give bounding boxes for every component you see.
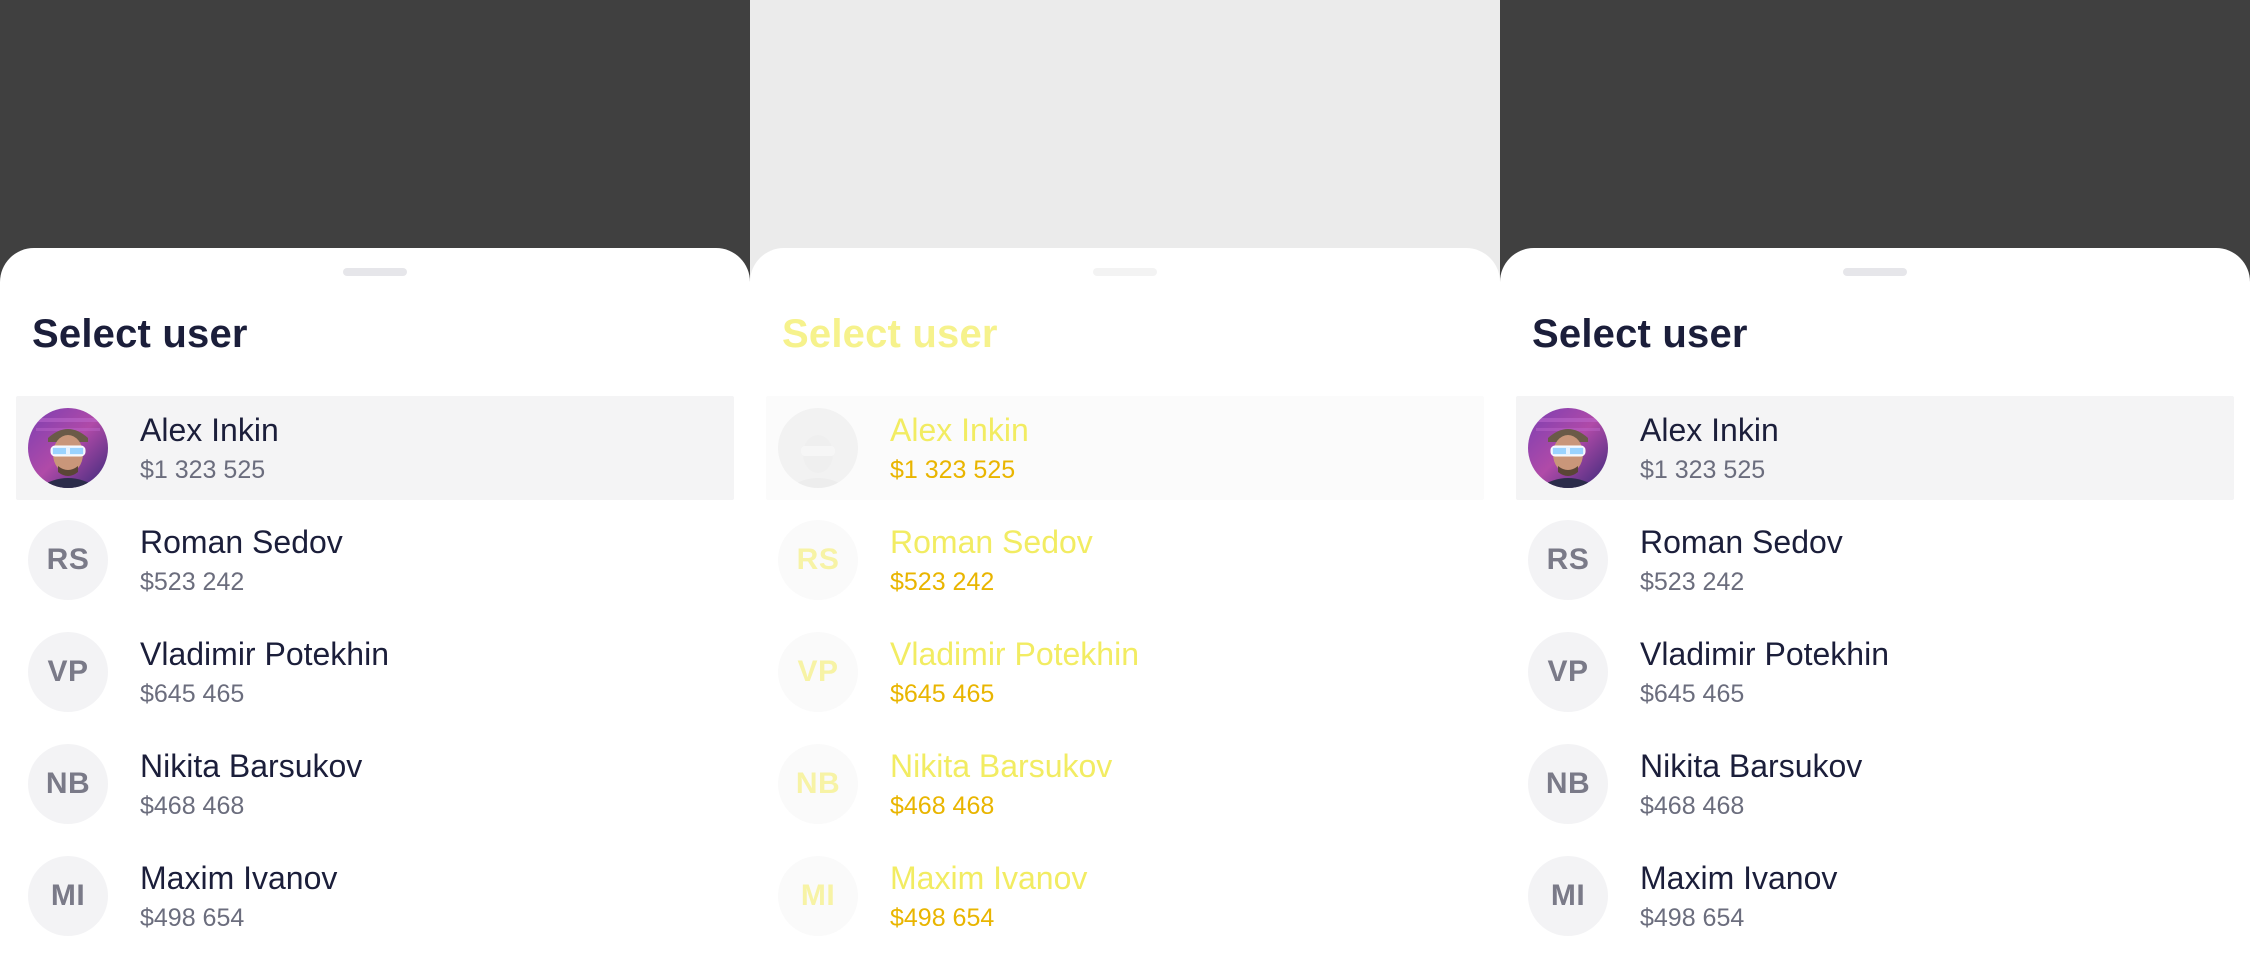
- user-row-roman-sedov[interactable]: RS Roman Sedov $523 242: [766, 508, 1484, 612]
- avatar-initials: VP: [797, 655, 839, 688]
- photo-avatar: [28, 408, 108, 488]
- sheet-grabber-handle[interactable]: [1843, 268, 1907, 276]
- screen-panel-middle: Select user Alex Inkin $1 323 525 RS Rom…: [750, 0, 1500, 960]
- user-balance: $498 654: [140, 904, 245, 932]
- bottom-sheet: Select user Alex Inkin $1 323 525 RS Rom…: [0, 248, 750, 960]
- user-balance: $645 465: [1640, 680, 1745, 708]
- profile-photo-icon: [778, 408, 858, 488]
- user-balance: $468 468: [140, 792, 245, 820]
- initials-avatar: MI: [778, 856, 858, 936]
- user-row-maxim-ivanov[interactable]: MI Maxim Ivanov $498 654: [766, 844, 1484, 948]
- bottom-sheet: Select user Alex Inkin $1 323 525 RS Rom…: [750, 248, 1500, 960]
- user-balance: $1 323 525: [1640, 456, 1766, 484]
- user-row-roman-sedov[interactable]: RS Roman Sedov $523 242: [16, 508, 734, 612]
- user-row-alex-inkin[interactable]: Alex Inkin $1 323 525: [16, 396, 734, 500]
- avatar-initials: MI: [800, 879, 836, 912]
- user-balance: $523 242: [890, 568, 995, 596]
- user-balance: $1 323 525: [890, 456, 1016, 484]
- avatar-initials: NB: [45, 767, 91, 800]
- sheet-grabber-handle[interactable]: [343, 268, 407, 276]
- initials-avatar: RS: [1528, 520, 1608, 600]
- user-name: Vladimir Potekhin: [890, 636, 1139, 672]
- user-row-maxim-ivanov[interactable]: MI Maxim Ivanov $498 654: [1516, 844, 2234, 948]
- user-row-maxim-ivanov[interactable]: MI Maxim Ivanov $498 654: [16, 844, 734, 948]
- screen-panel-left: Select user Alex Inkin $1 323 525 RS Rom…: [0, 0, 750, 960]
- initials-avatar: MI: [1528, 856, 1608, 936]
- initials-avatar: VP: [778, 632, 858, 712]
- user-list: Alex Inkin $1 323 525 RS Roman Sedov $52…: [16, 396, 734, 956]
- user-name: Maxim Ivanov: [890, 860, 1088, 896]
- user-balance: $523 242: [1640, 568, 1745, 596]
- avatar-initials: MI: [50, 879, 86, 912]
- user-row-alex-inkin[interactable]: Alex Inkin $1 323 525: [766, 396, 1484, 500]
- avatar-initials: RS: [1546, 543, 1590, 576]
- user-name: Roman Sedov: [1640, 524, 1843, 560]
- user-name: Nikita Barsukov: [1640, 748, 1863, 784]
- profile-photo-icon: [28, 408, 108, 488]
- user-balance: $523 242: [140, 568, 245, 596]
- photo-avatar: [1528, 408, 1608, 488]
- user-row-roman-sedov[interactable]: RS Roman Sedov $523 242: [1516, 508, 2234, 612]
- user-name: Maxim Ivanov: [140, 860, 338, 896]
- user-list: Alex Inkin $1 323 525 RS Roman Sedov $52…: [766, 396, 1484, 956]
- user-name: Vladimir Potekhin: [1640, 636, 1889, 672]
- avatar-initials: NB: [1545, 767, 1591, 800]
- user-row-vladimir-potekhin[interactable]: VP Vladimir Potekhin $645 465: [16, 620, 734, 724]
- user-balance: $468 468: [1640, 792, 1745, 820]
- avatar-initials: RS: [796, 543, 840, 576]
- initials-avatar: NB: [1528, 744, 1608, 824]
- initials-avatar: MI: [28, 856, 108, 936]
- user-row-nikita-barsukov[interactable]: NB Nikita Barsukov $468 468: [766, 732, 1484, 836]
- initials-avatar: NB: [28, 744, 108, 824]
- user-row-vladimir-potekhin[interactable]: VP Vladimir Potekhin $645 465: [766, 620, 1484, 724]
- user-name: Roman Sedov: [140, 524, 343, 560]
- sheet-title: Select user: [782, 312, 998, 356]
- sheet-grabber-handle[interactable]: [1093, 268, 1157, 276]
- initials-avatar: RS: [778, 520, 858, 600]
- initials-avatar: NB: [778, 744, 858, 824]
- avatar-initials: RS: [46, 543, 90, 576]
- user-balance: $468 468: [890, 792, 995, 820]
- user-name: Alex Inkin: [1640, 412, 1779, 448]
- avatar-initials: NB: [795, 767, 841, 800]
- user-row-nikita-barsukov[interactable]: NB Nikita Barsukov $468 468: [1516, 732, 2234, 836]
- user-name: Nikita Barsukov: [890, 748, 1113, 784]
- initials-avatar: VP: [28, 632, 108, 712]
- sheet-title: Select user: [32, 312, 248, 356]
- avatar-initials: MI: [1550, 879, 1586, 912]
- photo-avatar: [778, 408, 858, 488]
- user-row-vladimir-potekhin[interactable]: VP Vladimir Potekhin $645 465: [1516, 620, 2234, 724]
- initials-avatar: VP: [1528, 632, 1608, 712]
- avatar-initials: VP: [47, 655, 89, 688]
- user-list: Alex Inkin $1 323 525 RS Roman Sedov $52…: [1516, 396, 2234, 956]
- user-balance: $645 465: [140, 680, 245, 708]
- screen-panel-right: Select user Alex Inkin $1 323 525 RS Rom…: [1500, 0, 2250, 960]
- initials-avatar: RS: [28, 520, 108, 600]
- user-name: Alex Inkin: [890, 412, 1029, 448]
- profile-photo-icon: [1528, 408, 1608, 488]
- user-name: Vladimir Potekhin: [140, 636, 389, 672]
- user-row-nikita-barsukov[interactable]: NB Nikita Barsukov $468 468: [16, 732, 734, 836]
- user-balance: $498 654: [890, 904, 995, 932]
- bottom-sheet: Select user Alex Inkin $1 323 525 RS Rom…: [1500, 248, 2250, 960]
- user-name: Maxim Ivanov: [1640, 860, 1838, 896]
- user-balance: $645 465: [890, 680, 995, 708]
- user-balance: $1 323 525: [140, 456, 266, 484]
- user-name: Roman Sedov: [890, 524, 1093, 560]
- user-name: Alex Inkin: [140, 412, 279, 448]
- sheet-title: Select user: [1532, 312, 1748, 356]
- user-balance: $498 654: [1640, 904, 1745, 932]
- user-row-alex-inkin[interactable]: Alex Inkin $1 323 525: [1516, 396, 2234, 500]
- avatar-initials: VP: [1547, 655, 1589, 688]
- user-name: Nikita Barsukov: [140, 748, 363, 784]
